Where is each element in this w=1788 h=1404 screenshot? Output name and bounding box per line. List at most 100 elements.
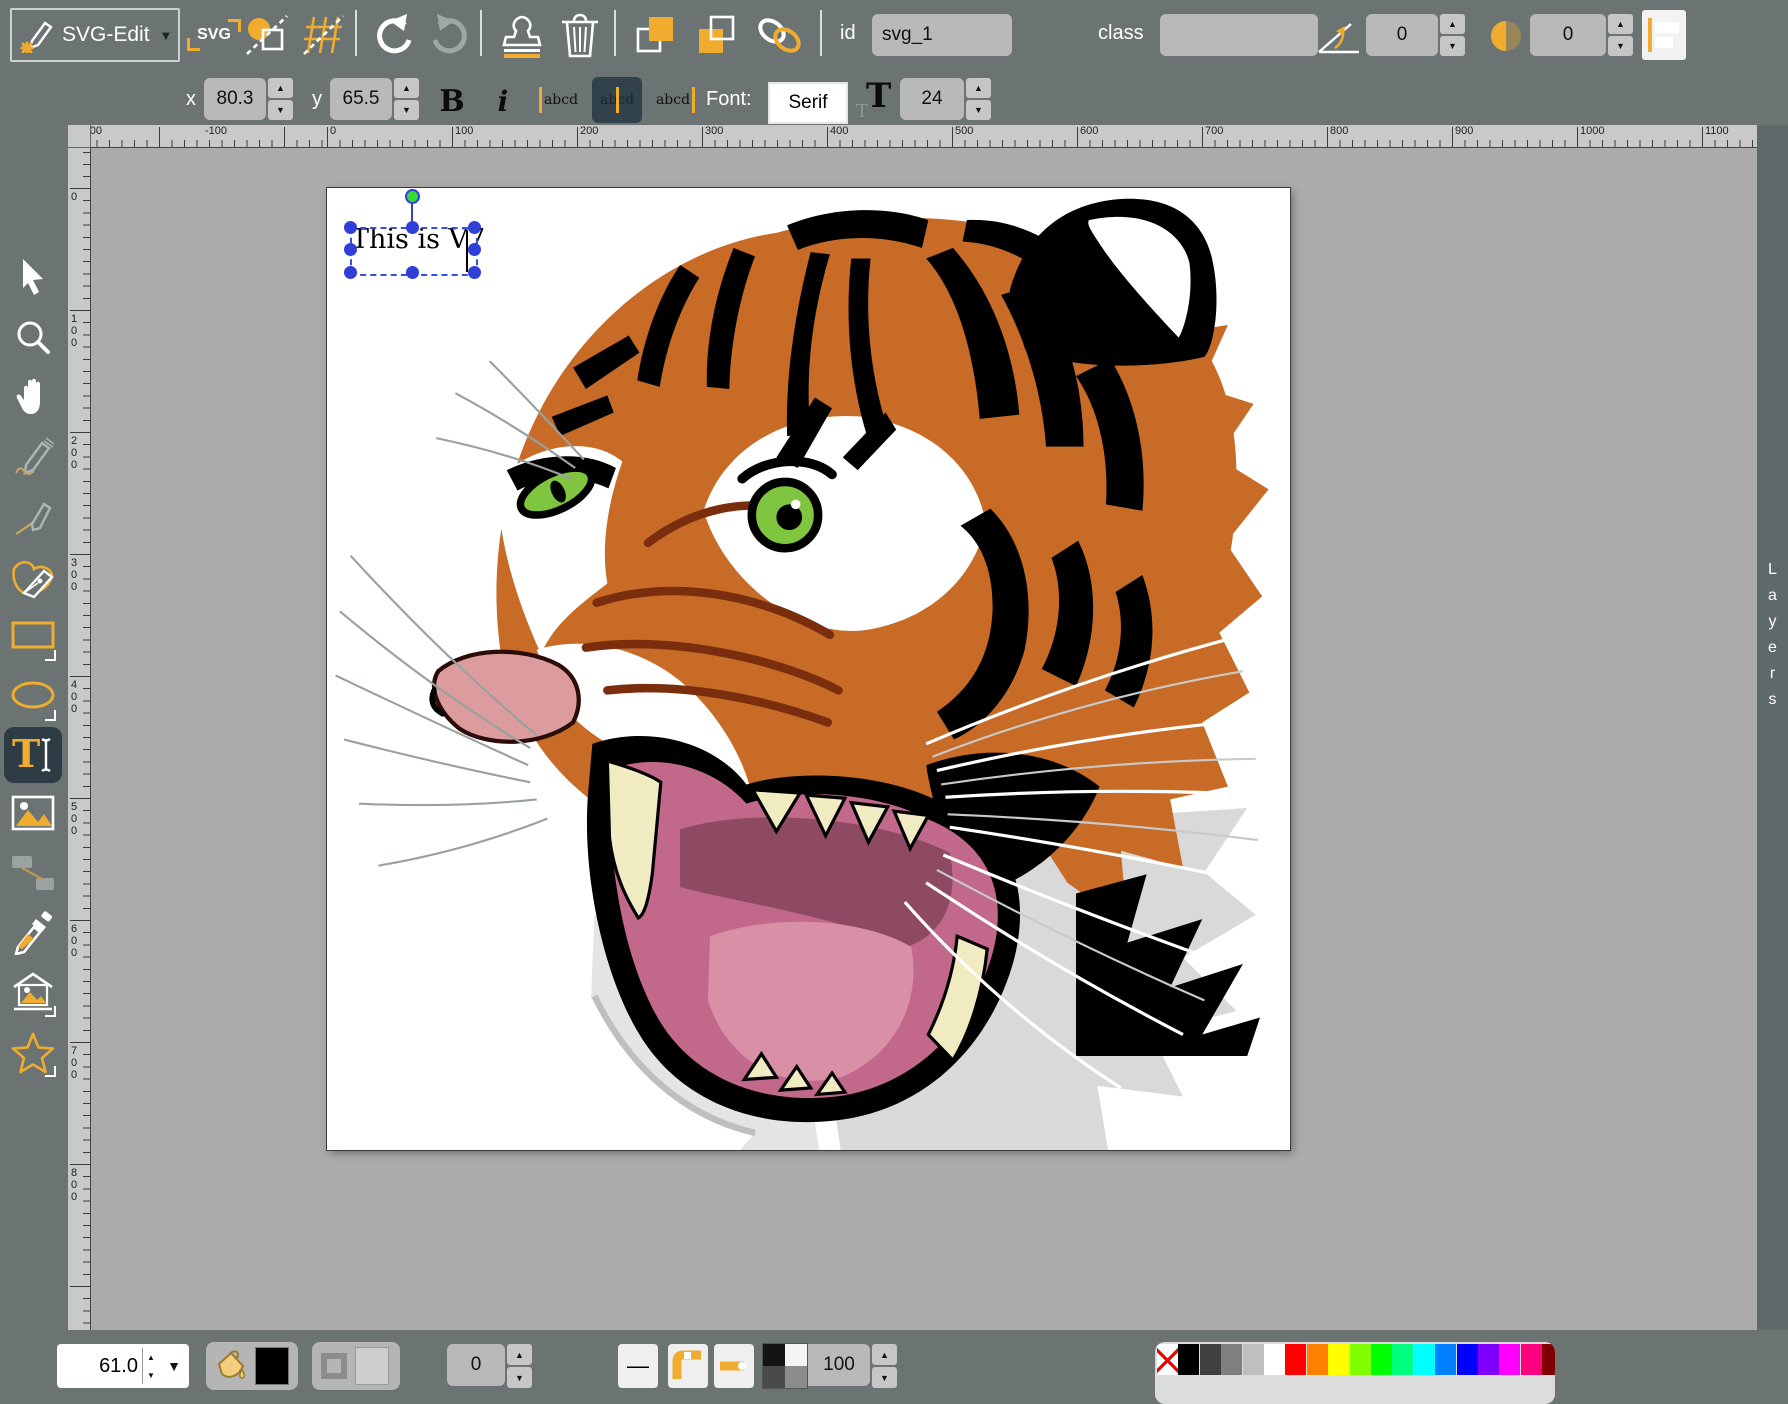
delete-button[interactable] bbox=[556, 10, 604, 60]
svg-canvas[interactable]: This is V7 bbox=[327, 188, 1290, 1150]
zoom-dropdown-arrow[interactable]: ▼ bbox=[159, 1358, 189, 1374]
fill-color-swatch[interactable] bbox=[255, 1347, 289, 1385]
document-properties-button[interactable] bbox=[242, 12, 292, 58]
palette-swatch[interactable] bbox=[1542, 1344, 1555, 1375]
zoom-spinner[interactable]: ▲▼ bbox=[142, 1348, 159, 1384]
fill-color-group[interactable] bbox=[206, 1342, 298, 1390]
tiger-artwork[interactable] bbox=[327, 188, 1290, 1150]
opacity-spinner[interactable]: ▲▼ bbox=[872, 1344, 897, 1388]
tool-zoom[interactable] bbox=[4, 309, 62, 365]
x-input[interactable]: 80.3 bbox=[204, 78, 266, 120]
stroke-width-input[interactable]: 0 bbox=[447, 1344, 505, 1386]
y-input[interactable]: 65.5 bbox=[330, 78, 392, 120]
italic-button[interactable]: i bbox=[488, 80, 518, 122]
palette-swatch[interactable] bbox=[1478, 1344, 1499, 1375]
id-input[interactable]: svg_1 bbox=[872, 14, 1012, 56]
palette-swatch[interactable] bbox=[1285, 1344, 1306, 1375]
linejoin-button[interactable] bbox=[668, 1344, 708, 1388]
text-tool-icon: T bbox=[10, 733, 56, 777]
zoom-value[interactable]: 61.0 bbox=[57, 1355, 142, 1378]
blur-spinner[interactable]: ▲▼ bbox=[1608, 14, 1633, 56]
tool-image[interactable] bbox=[4, 785, 62, 841]
make-link-button[interactable] bbox=[752, 10, 808, 60]
tool-star[interactable] bbox=[4, 1025, 62, 1081]
palette-swatch[interactable] bbox=[1200, 1344, 1221, 1375]
font-label: Font: bbox=[706, 88, 752, 111]
tool-select[interactable] bbox=[4, 249, 62, 305]
palette-swatch[interactable] bbox=[1435, 1344, 1456, 1375]
selection-handle-nw[interactable] bbox=[344, 221, 357, 234]
opacity-input[interactable]: 100 bbox=[808, 1344, 870, 1386]
selection-handle-sw[interactable] bbox=[344, 266, 357, 279]
palette-swatch[interactable] bbox=[1499, 1344, 1520, 1375]
ruler-label: 1000 bbox=[1580, 125, 1604, 137]
text-anchor-middle-button[interactable]: abcd bbox=[592, 77, 642, 123]
y-spinner[interactable]: ▲▼ bbox=[394, 78, 419, 120]
palette-swatch[interactable] bbox=[1243, 1344, 1264, 1375]
palette-swatch[interactable] bbox=[1264, 1344, 1285, 1375]
stroke-width-spinner[interactable]: ▲▼ bbox=[507, 1344, 532, 1388]
angle-input[interactable]: 0 bbox=[1366, 14, 1438, 56]
align-button[interactable] bbox=[1642, 10, 1686, 60]
x-spinner[interactable]: ▲▼ bbox=[268, 78, 293, 120]
font-size-icon: T T bbox=[856, 80, 896, 124]
hand-icon bbox=[14, 376, 52, 416]
selection-handle-n[interactable] bbox=[406, 221, 419, 234]
zoom-control[interactable]: 61.0 ▲▼ ▼ bbox=[57, 1344, 189, 1388]
stroke-color-swatch[interactable] bbox=[355, 1347, 389, 1385]
color-palette bbox=[1155, 1342, 1555, 1404]
undo-button[interactable] bbox=[368, 10, 420, 60]
app-title: SVG-Edit bbox=[62, 23, 150, 47]
selection-handle-se[interactable] bbox=[468, 266, 481, 279]
text-anchor-start-button[interactable]: abcd bbox=[536, 77, 586, 123]
selection-handle-ne[interactable] bbox=[468, 221, 481, 234]
palette-swatch[interactable] bbox=[1178, 1344, 1199, 1375]
tool-connector[interactable] bbox=[4, 845, 62, 901]
stroke-color-group[interactable] bbox=[312, 1342, 400, 1390]
blur-input[interactable]: 0 bbox=[1530, 14, 1606, 56]
rotate-handle[interactable] bbox=[405, 189, 420, 204]
palette-swatch[interactable] bbox=[1221, 1344, 1242, 1375]
palette-swatch[interactable] bbox=[1371, 1344, 1392, 1375]
layers-panel-toggle[interactable]: Layers bbox=[1757, 125, 1788, 1330]
palette-swatch[interactable] bbox=[1521, 1344, 1542, 1375]
tool-shape-library[interactable] bbox=[4, 965, 62, 1021]
tool-ellipse[interactable] bbox=[4, 669, 62, 725]
ruler-label: 700 bbox=[71, 1045, 83, 1081]
palette-swatch[interactable] bbox=[1307, 1344, 1328, 1375]
selection-handle-e[interactable] bbox=[468, 243, 481, 256]
edit-source-button[interactable]: SVG bbox=[192, 16, 236, 54]
palette-swatch[interactable] bbox=[1157, 1344, 1178, 1375]
send-to-back-button[interactable] bbox=[690, 10, 742, 60]
editor-preferences-button[interactable] bbox=[298, 12, 348, 58]
palette-swatch[interactable] bbox=[1328, 1344, 1349, 1375]
class-input[interactable] bbox=[1160, 14, 1318, 56]
bold-button[interactable]: B bbox=[434, 80, 470, 122]
tool-pencil[interactable] bbox=[4, 430, 62, 486]
stroke-dash-button[interactable]: — bbox=[618, 1344, 658, 1388]
preferences-grid-icon bbox=[300, 13, 346, 57]
stroke-square-icon bbox=[319, 1351, 349, 1381]
tool-rect[interactable] bbox=[4, 609, 62, 665]
selection-handle-w[interactable] bbox=[344, 243, 357, 256]
bring-to-front-button[interactable] bbox=[630, 10, 682, 60]
palette-swatch[interactable] bbox=[1414, 1344, 1435, 1375]
tool-pan[interactable] bbox=[4, 368, 62, 424]
text-anchor-end-button[interactable]: abcd bbox=[648, 77, 698, 123]
palette-swatch[interactable] bbox=[1457, 1344, 1478, 1375]
clone-button[interactable] bbox=[496, 10, 548, 60]
font-size-spinner[interactable]: ▲▼ bbox=[966, 78, 991, 120]
font-size-input[interactable]: 24 bbox=[900, 78, 964, 120]
angle-spinner[interactable]: ▲▼ bbox=[1440, 14, 1465, 56]
palette-swatch[interactable] bbox=[1392, 1344, 1413, 1375]
palette-swatch[interactable] bbox=[1350, 1344, 1371, 1375]
main-menu-button[interactable]: SVG-Edit ▼ bbox=[10, 8, 180, 62]
selection-handle-s[interactable] bbox=[406, 266, 419, 279]
redo-button[interactable] bbox=[424, 10, 476, 60]
font-family-button[interactable]: Serif bbox=[768, 82, 848, 124]
tool-eyedropper[interactable] bbox=[4, 905, 62, 961]
tool-path[interactable] bbox=[4, 549, 62, 605]
tool-line[interactable] bbox=[4, 489, 62, 545]
linecap-button[interactable] bbox=[714, 1344, 754, 1388]
tool-text[interactable]: T bbox=[4, 727, 62, 783]
